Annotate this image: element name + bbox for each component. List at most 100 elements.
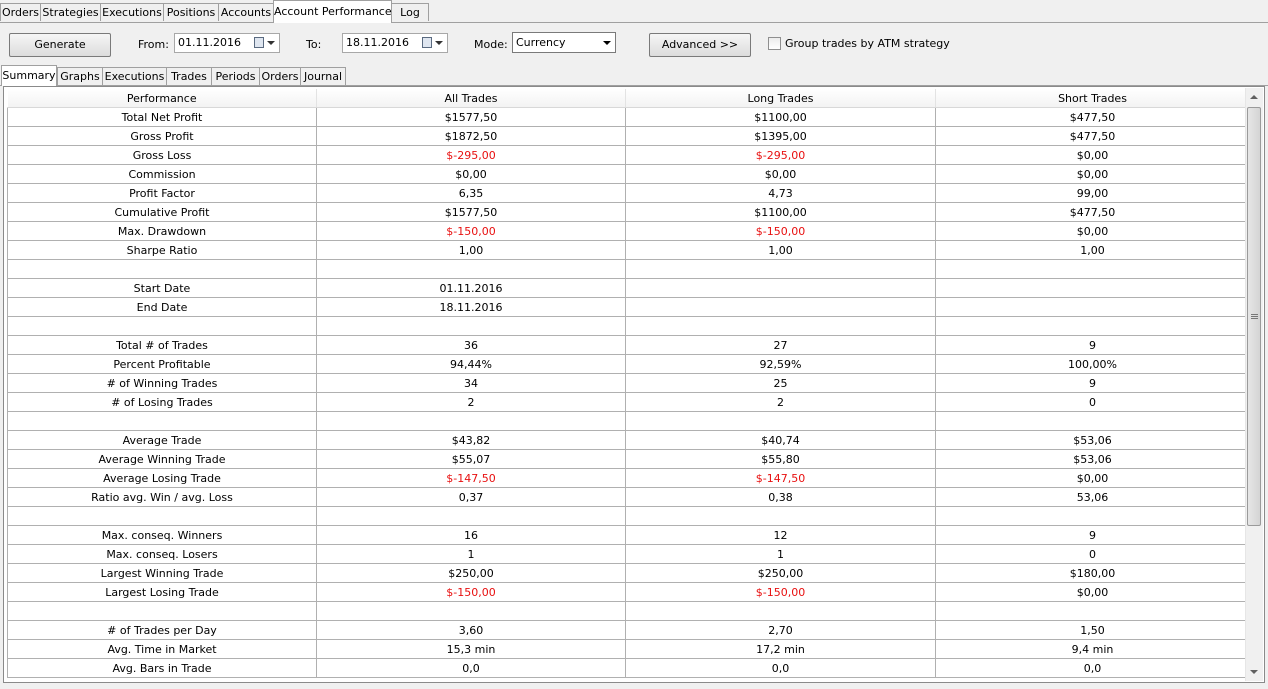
chevron-down-icon[interactable] xyxy=(435,41,443,45)
table-row[interactable]: Average Losing Trade $-147,50 $-147,50 $0,0… xyxy=(7,468,1250,488)
to-date-picker[interactable]: 18.11.2016 xyxy=(342,33,448,53)
value-cell: $0,00 xyxy=(935,221,1250,241)
tab-journal[interactable]: Journal xyxy=(300,67,346,85)
performance-table: Performance All Trades Long Trades Short… xyxy=(7,89,1250,678)
table-row[interactable]: Cumulative Profit $1577,50 $1100,00 $477,50 xyxy=(7,202,1250,222)
from-date-value: 01.11.2016 xyxy=(178,36,241,49)
group-atm-label[interactable]: Group trades by ATM strategy xyxy=(785,37,950,50)
mode-select-value: Currency xyxy=(516,36,566,49)
metric-label-cell xyxy=(7,316,317,336)
metric-label-cell: Profit Factor xyxy=(7,183,317,203)
tab-orders-sub[interactable]: Orders xyxy=(259,67,301,85)
to-label: To: xyxy=(306,38,322,51)
from-date-picker[interactable]: 01.11.2016 xyxy=(174,33,280,53)
tab-log[interactable]: Log xyxy=(391,3,429,21)
grip-line xyxy=(1251,314,1258,315)
table-row[interactable] xyxy=(7,601,1250,621)
column-header-all-trades[interactable]: All Trades xyxy=(316,89,626,108)
table-row[interactable]: Largest Winning Trade $250,00 $250,00 $180,… xyxy=(7,563,1250,583)
tab-accounts[interactable]: Accounts xyxy=(218,3,274,21)
table-row[interactable]: Total # of Trades 36 27 9 xyxy=(7,335,1250,355)
tab-trades[interactable]: Trades xyxy=(166,67,212,85)
table-row[interactable] xyxy=(7,316,1250,336)
value-cell xyxy=(316,411,626,431)
table-row[interactable]: Percent Profitable 94,44% 92,59% 100,00% xyxy=(7,354,1250,374)
table-row[interactable]: Average Winning Trade $55,07 $55,80 $53,06 xyxy=(7,449,1250,469)
table-row[interactable]: Average Trade $43,82 $40,74 $53,06 xyxy=(7,430,1250,450)
value-cell: 17,2 min xyxy=(625,639,936,659)
value-cell xyxy=(625,506,936,526)
calendar-icon[interactable] xyxy=(422,37,432,48)
tab-graphs[interactable]: Graphs xyxy=(57,67,103,85)
tab-summary[interactable]: Summary xyxy=(1,65,57,86)
chevron-down-icon[interactable] xyxy=(267,41,275,45)
tab-orders[interactable]: Orders xyxy=(0,3,41,21)
value-cell xyxy=(935,601,1250,621)
table-row[interactable]: # of Losing Trades 2 2 0 xyxy=(7,392,1250,412)
column-header-performance[interactable]: Performance xyxy=(7,89,317,108)
toolbar: Generate From: 01.11.2016 To: 18.11.2016… xyxy=(0,23,1268,65)
value-cell: $250,00 xyxy=(316,563,626,583)
scroll-thumb[interactable] xyxy=(1247,107,1261,526)
tab-account-performance[interactable]: Account Performance xyxy=(273,0,392,23)
value-cell: $-150,00 xyxy=(625,221,936,241)
table-row[interactable]: Profit Factor 6,35 4,73 99,00 xyxy=(7,183,1250,203)
group-atm-checkbox[interactable] xyxy=(768,37,781,50)
table-row[interactable]: Ratio avg. Win / avg. Loss 0,37 0,38 53,06 xyxy=(7,487,1250,507)
metric-label-cell: # of Trades per Day xyxy=(7,620,317,640)
value-cell: 0 xyxy=(935,392,1250,412)
calendar-icon[interactable] xyxy=(254,37,264,48)
value-cell: 0,0 xyxy=(625,658,936,678)
value-cell: 36 xyxy=(316,335,626,355)
table-row[interactable]: Gross Loss $-295,00 $-295,00 $0,00 xyxy=(7,145,1250,165)
vertical-scrollbar[interactable] xyxy=(1245,88,1263,681)
table-row[interactable]: End Date 18.11.2016 xyxy=(7,297,1250,317)
table-row[interactable] xyxy=(7,259,1250,279)
value-cell: 92,59% xyxy=(625,354,936,374)
value-cell: 0,37 xyxy=(316,487,626,507)
table-row[interactable]: # of Winning Trades 34 25 9 xyxy=(7,373,1250,393)
table-row[interactable]: Max. Drawdown $-150,00 $-150,00 $0,00 xyxy=(7,221,1250,241)
table-row[interactable]: Sharpe Ratio 1,00 1,00 1,00 xyxy=(7,240,1250,260)
table-row[interactable] xyxy=(7,411,1250,431)
table-row[interactable]: Gross Profit $1872,50 $1395,00 $477,50 xyxy=(7,126,1250,146)
tab-strategies[interactable]: Strategies xyxy=(40,3,101,21)
table-row[interactable]: Max. conseq. Losers 1 1 0 xyxy=(7,544,1250,564)
table-row[interactable]: Commission $0,00 $0,00 $0,00 xyxy=(7,164,1250,184)
table-row[interactable]: Total Net Profit $1577,50 $1100,00 $477,50 xyxy=(7,107,1250,127)
tab-positions[interactable]: Positions xyxy=(163,3,219,21)
table-row[interactable]: Avg. Bars in Trade 0,0 0,0 0,0 xyxy=(7,658,1250,678)
main-tab-bar: Orders Strategies Executions Positions A… xyxy=(0,0,1268,23)
column-header-long-trades[interactable]: Long Trades xyxy=(625,89,936,108)
grip-line xyxy=(1251,316,1258,317)
advanced-button[interactable]: Advanced >> xyxy=(649,33,751,57)
sub-tab-bar: Summary Graphs Executions Trades Periods… xyxy=(0,65,1268,86)
value-cell: $40,74 xyxy=(625,430,936,450)
table-row[interactable]: Largest Losing Trade $-150,00 $-150,00 $0,0… xyxy=(7,582,1250,602)
tab-periods[interactable]: Periods xyxy=(211,67,260,85)
metric-label-cell: # of Winning Trades xyxy=(7,373,317,393)
tab-executions[interactable]: Executions xyxy=(100,3,164,21)
table-row[interactable] xyxy=(7,506,1250,526)
table-row[interactable]: Avg. Time in Market 15,3 min 17,2 min 9,4 m… xyxy=(7,639,1250,659)
value-cell: 53,06 xyxy=(935,487,1250,507)
table-row[interactable]: Max. conseq. Winners 16 12 9 xyxy=(7,525,1250,545)
table-row[interactable]: Start Date 01.11.2016 xyxy=(7,278,1250,298)
mode-select[interactable]: Currency xyxy=(512,32,616,53)
value-cell xyxy=(935,278,1250,298)
metric-label-cell: Max. conseq. Winners xyxy=(7,525,317,545)
value-cell xyxy=(625,259,936,279)
value-cell: $1577,50 xyxy=(316,202,626,222)
column-header-short-trades[interactable]: Short Trades xyxy=(935,89,1250,108)
metric-label-cell: Avg. Bars in Trade xyxy=(7,658,317,678)
generate-button[interactable]: Generate xyxy=(9,33,111,57)
metric-label-cell: Total Net Profit xyxy=(7,107,317,127)
scroll-up-icon[interactable] xyxy=(1250,95,1258,99)
grip-line xyxy=(1251,318,1258,319)
metric-label-cell: Sharpe Ratio xyxy=(7,240,317,260)
metric-label-cell: Percent Profitable xyxy=(7,354,317,374)
tab-executions-sub[interactable]: Executions xyxy=(102,67,167,85)
table-row[interactable]: # of Trades per Day 3,60 2,70 1,50 xyxy=(7,620,1250,640)
value-cell: 25 xyxy=(625,373,936,393)
scroll-down-icon[interactable] xyxy=(1250,670,1258,674)
